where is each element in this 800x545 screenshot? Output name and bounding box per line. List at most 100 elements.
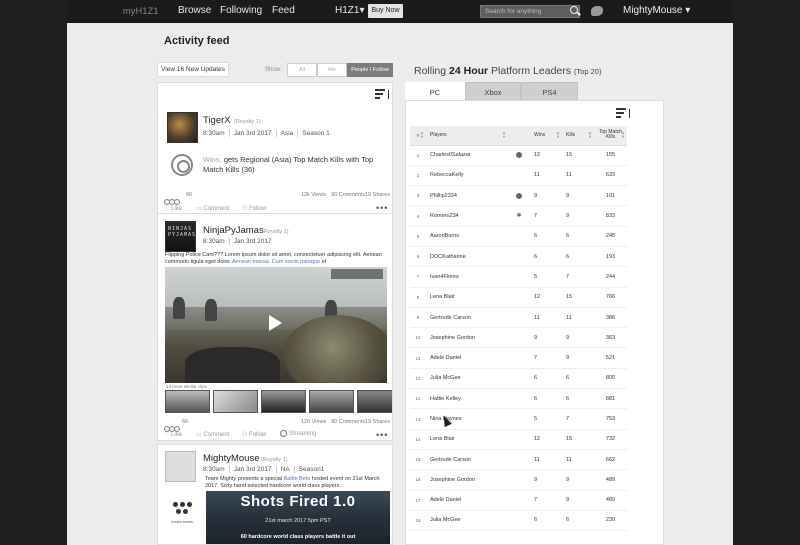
- nav-following[interactable]: Following: [220, 5, 262, 16]
- player-badge-cell: ✱: [508, 205, 530, 227]
- player-name-cell[interactable]: Gertrude Carson: [426, 307, 508, 329]
- clip-thumbnail[interactable]: [261, 390, 306, 413]
- follow-button[interactable]: ⚇ Follow: [242, 205, 266, 212]
- table-row[interactable]: 1 Charles0Salazar 12 15 155: [410, 145, 627, 166]
- player-name-cell[interactable]: Charles0Salazar: [426, 145, 508, 166]
- table-row[interactable]: 7 Ivan4Flores 5 7 244: [410, 266, 627, 288]
- table-row[interactable]: 4 Romero234 ✱ 7 9 833: [410, 205, 627, 227]
- view-new-updates-button[interactable]: View 16 New Updates: [157, 62, 229, 77]
- post-meta: 8:30am Jan 3rd 2017 NA Season1: [203, 466, 325, 473]
- table-row[interactable]: 17 Adele Daniel 7 9 489: [410, 490, 627, 511]
- table-row[interactable]: 3 Phillip2334 9 9 101: [410, 185, 627, 207]
- like-button[interactable]: ♡ Like: [164, 431, 182, 438]
- table-row[interactable]: 6 DOCKatharine 6 6 193: [410, 246, 627, 268]
- table-row[interactable]: 15 Gertrude Carson 11 11 662: [410, 449, 627, 471]
- streaming-icon: [280, 430, 287, 437]
- column-header-kills[interactable]: Kills ▲ ▼: [562, 126, 594, 146]
- player-name-cell[interactable]: Nina Haynes: [426, 408, 508, 430]
- player-name-cell[interactable]: Adele Daniel: [426, 347, 508, 369]
- clip-thumbnail[interactable]: [165, 390, 210, 413]
- avatar[interactable]: NINJAS PYJAMAS: [165, 221, 196, 252]
- player-name-cell[interactable]: Julia McGee: [426, 510, 508, 532]
- comment-button[interactable]: ▭ Comment: [196, 205, 229, 212]
- filter-all[interactable]: All: [287, 63, 317, 77]
- tab-ps4[interactable]: PS4: [521, 82, 578, 101]
- avatar[interactable]: [167, 112, 198, 143]
- nav-feed[interactable]: Feed: [272, 5, 295, 16]
- player-name-cell[interactable]: Hattie Kelley: [426, 388, 508, 410]
- wins-cell: 9: [530, 327, 562, 349]
- player-name-cell[interactable]: Phillip2334: [426, 185, 508, 207]
- column-header-top-match-kills[interactable]: Top Match Kills ▲ ▼: [594, 126, 627, 146]
- filter-people-i-follow[interactable]: People I Follow: [347, 63, 393, 77]
- clip-thumbnail[interactable]: [213, 390, 258, 413]
- player-name-cell[interactable]: Romero234: [426, 205, 508, 227]
- clip-thumbnail[interactable]: [309, 390, 354, 413]
- table-row[interactable]: 12 Hattie Kelley 6 6 881: [410, 388, 627, 410]
- more-clips-label[interactable]: 13 more similar clips: [166, 384, 207, 389]
- search-icon[interactable]: [570, 6, 578, 14]
- table-row[interactable]: 2 RebeccaKelly 11 11 633: [410, 165, 627, 187]
- shares-count[interactable]: 19 Shares: [365, 192, 390, 198]
- comment-button[interactable]: ▭ Comment: [196, 431, 229, 438]
- player-name-cell[interactable]: Josephine Gordon: [426, 469, 508, 491]
- sort-icon[interactable]: [375, 89, 389, 100]
- avatar[interactable]: [165, 451, 196, 482]
- player-name-cell[interactable]: AaronBurns: [426, 226, 508, 247]
- bird-icon[interactable]: [591, 6, 603, 16]
- kills-cell: 9: [562, 185, 594, 207]
- player-name-cell[interactable]: Gertrude Carson: [426, 449, 508, 471]
- event-poster[interactable]: Shots Fired 1.0 21st march 2017 5pm PST …: [206, 491, 390, 544]
- player-badge-cell: [508, 307, 530, 329]
- follow-button[interactable]: ⚇ Follow: [242, 431, 266, 438]
- table-row[interactable]: 14 Lena Blair 12 15 732: [410, 429, 627, 450]
- table-row[interactable]: 8 Lena Blair 12 15 766: [410, 287, 627, 308]
- comments-count[interactable]: 90 Comments: [331, 419, 365, 425]
- more-options-icon[interactable]: •••: [376, 430, 388, 440]
- activity-text: Wins, gets Regional (Asia) Top Match Kil…: [203, 155, 374, 174]
- table-row[interactable]: 10 Josephine Gordon 9 9 363: [410, 327, 627, 349]
- player-name-cell[interactable]: DOCKatharine: [426, 246, 508, 268]
- player-name-cell[interactable]: Ivan4Flores: [426, 266, 508, 288]
- column-header-rank[interactable]: # ▲ ▼: [410, 126, 426, 146]
- tab-pc[interactable]: PC: [405, 82, 465, 101]
- reactions-icon[interactable]: [164, 419, 182, 432]
- user-menu[interactable]: MightyMouse ▾: [623, 5, 690, 16]
- filter-me[interactable]: Me: [317, 63, 347, 77]
- nav-browse[interactable]: Browse: [178, 5, 211, 16]
- table-row[interactable]: 12 Julia McGee 6 6 800: [410, 368, 627, 390]
- player-name-cell[interactable]: Lena Blair: [426, 287, 508, 308]
- player-name-cell[interactable]: Josephine Gordon: [426, 327, 508, 349]
- table-row[interactable]: 11 Adele Daniel 7 9 521: [410, 347, 627, 369]
- player-name-cell[interactable]: Julia McGee: [426, 368, 508, 390]
- player-name-cell[interactable]: Lena Blair: [426, 429, 508, 450]
- kills-cell: 15: [562, 429, 594, 450]
- column-header-players[interactable]: Players ▲ ▼: [426, 126, 508, 146]
- buy-now-button[interactable]: Buy Now: [368, 4, 403, 18]
- game-selector-dropdown[interactable]: H1Z1▾: [335, 5, 364, 16]
- streaming-button[interactable]: Streaming: [280, 430, 316, 437]
- player-name-cell[interactable]: Adele Daniel: [426, 490, 508, 511]
- more-options-icon[interactable]: •••: [376, 203, 388, 213]
- table-row[interactable]: 5 AaronBurns 6 6 245: [410, 226, 627, 247]
- video-player[interactable]: [165, 267, 387, 383]
- shares-count[interactable]: 19 Shares: [365, 419, 390, 425]
- table-row[interactable]: 18 Julia McGee 6 6 230: [410, 510, 627, 532]
- kills-cell: 6: [562, 510, 594, 532]
- clip-thumbnail[interactable]: [357, 390, 392, 413]
- sort-icon[interactable]: [616, 108, 630, 119]
- table-row[interactable]: 9 Gertrude Carson 11 11 386: [410, 307, 627, 329]
- reactions-icon[interactable]: [164, 192, 182, 205]
- comments-count[interactable]: 90 Comments: [331, 192, 365, 198]
- post-username[interactable]: NinjaPyJamas: [203, 225, 264, 236]
- column-header-wins[interactable]: Wins ▲ ▼: [530, 126, 562, 146]
- play-icon[interactable]: [269, 315, 282, 331]
- player-name-cell[interactable]: RebeccaKelly: [426, 165, 508, 187]
- table-row[interactable]: 16 Josephine Gordon 9 9 489: [410, 469, 627, 491]
- site-logo[interactable]: myH1Z1: [123, 6, 159, 16]
- tab-xbox[interactable]: Xbox: [465, 82, 521, 101]
- post-username[interactable]: TigerX: [203, 115, 231, 126]
- like-button[interactable]: ♡ Like: [164, 205, 182, 212]
- post-username[interactable]: MightyMouse: [203, 453, 260, 464]
- search-input[interactable]: Search for anything: [480, 5, 580, 18]
